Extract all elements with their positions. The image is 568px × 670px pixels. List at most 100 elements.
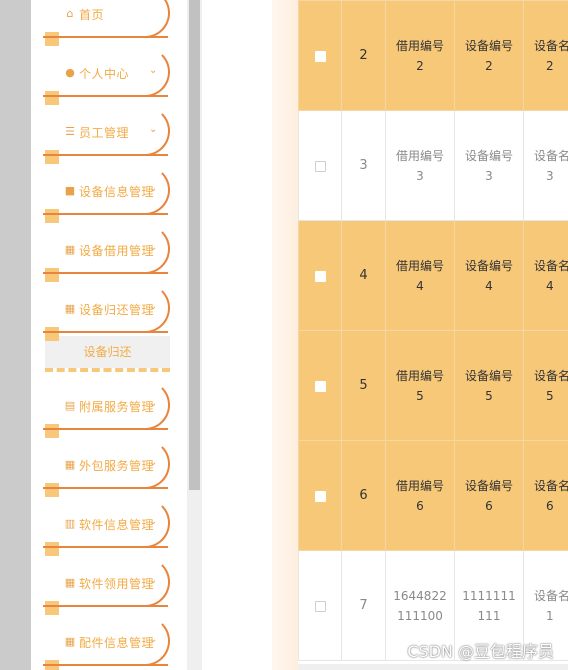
borrow-number-cell-line: 6	[416, 498, 424, 513]
device-number-cell-line: 设备编号	[464, 478, 513, 493]
device-number-cell: 设备编号 3	[454, 110, 524, 221]
sidebar-item-label: 附属服务管理	[79, 400, 155, 414]
chat-icon: ■	[64, 184, 76, 197]
device-name-cell-line: 设备名	[534, 38, 568, 53]
borrow-number-cell: 借用编号 4	[385, 220, 455, 331]
borrow-number-cell-line: 借用编号	[395, 258, 444, 273]
sidebar-item-label: 首页	[79, 8, 105, 22]
device-number-cell-line: 5	[485, 388, 493, 403]
row-select-cell	[298, 0, 342, 111]
table-row[interactable]: 5 借用编号 5 设备编号 5 设备名 5	[298, 330, 568, 441]
device-number-cell-line: 设备编号	[464, 148, 513, 163]
row-checkbox[interactable]	[314, 490, 326, 502]
device-name-cell-line: 设备名	[534, 148, 568, 163]
sidebar-item-11[interactable]: ▦ 配件信息管理 ⌄	[43, 616, 171, 670]
borrow-number-cell-line: 1644822	[393, 588, 447, 603]
watermark: CSDN @豆包程序员	[407, 642, 554, 661]
table-horizontal-scrollbar[interactable]	[298, 664, 568, 670]
chevron-down-icon: ⌄	[149, 634, 158, 645]
sidebar-item-9[interactable]: ▥ 软件信息管理 ⌄	[43, 498, 171, 556]
row-select-cell	[298, 550, 342, 661]
borrow-number-cell-line: 借用编号	[395, 368, 444, 383]
device-name-cell-line: 1	[546, 608, 554, 623]
device-number-cell-line: 设备编号	[464, 368, 513, 383]
sidebar-item-label: 软件信息管理	[79, 518, 155, 532]
sidebar-menu: 设备归还 ⌂ 首页 ● 个人中心 ⌄ ☰ 员工管理 ⌄ ■ 设备信息管理 ⌄ ▦ 设备借用管理 ⌄ ▦ 设备归…	[31, 0, 187, 670]
person-icon: ●	[65, 66, 75, 79]
sidebar-item-5[interactable]: ▦ 设备借用管理 ⌄	[43, 224, 171, 282]
sidebar-item-4[interactable]: ■ 设备信息管理 ⌄	[43, 165, 171, 223]
row-index-cell: 6	[341, 440, 386, 551]
borrow-number-cell: 借用编号 6	[385, 440, 455, 551]
row-checkbox[interactable]	[314, 160, 326, 172]
sidebar-item-7[interactable]: ▤ 附属服务管理 ⌄	[43, 380, 171, 438]
row-select-cell	[298, 220, 342, 331]
grid-icon: ▦	[64, 635, 76, 648]
device-number-cell: 设备编号 2	[454, 0, 524, 111]
sidebar-item-2[interactable]: ● 个人中心 ⌄	[43, 47, 171, 105]
row-index-cell: 5	[341, 330, 386, 441]
chevron-down-icon: ⌄	[149, 65, 158, 76]
chevron-down-icon: ⌄	[149, 575, 158, 586]
device-name-cell-line: 设备名	[534, 368, 568, 383]
borrow-number-cell: 借用编号 2	[385, 0, 455, 111]
device-number-cell-line: 2	[485, 58, 493, 73]
borrow-number-cell-line: 5	[416, 388, 424, 403]
device-name-cell-line: 设备名	[534, 588, 568, 603]
home-icon: ⌂	[66, 7, 74, 20]
grid-icon: ▦	[64, 576, 76, 589]
submenu-divider	[45, 368, 170, 372]
borrow-number-cell-line: 2	[416, 58, 424, 73]
row-index-cell: 3	[341, 110, 386, 221]
table-row[interactable]: 6 借用编号 6 设备编号 6 设备名 6	[298, 440, 568, 551]
device-number-cell-line: 设备编号	[464, 258, 513, 273]
data-table: 2 借用编号 2 设备编号 2 设备名 2 3 借用编号 3 设备编号 3 设备名 3 4 借用编号 4 设备编号…	[298, 0, 568, 661]
content-shadow	[272, 0, 298, 670]
sidebar-item-label: 设备借用管理	[79, 244, 155, 258]
row-checkbox[interactable]	[314, 50, 326, 62]
chevron-down-icon: ⌄	[149, 301, 158, 312]
sidebar-item-10[interactable]: ▦ 软件领用管理 ⌄	[43, 557, 171, 615]
chevron-down-icon: ⌄	[149, 183, 158, 194]
sidebar-item-8[interactable]: ▦ 外包服务管理 ⌄	[43, 439, 171, 497]
device-number-cell-line: 设备编号	[464, 38, 513, 53]
sidebar-item-label: 配件信息管理	[79, 636, 155, 650]
sidebar-item-6[interactable]: ▦ 设备归还管理 ⌄	[43, 283, 171, 341]
device-name-cell: 设备名 3	[523, 110, 568, 221]
grid-icon: ▦	[64, 243, 76, 256]
borrow-number-cell-line: 借用编号	[395, 38, 444, 53]
borrow-number-cell-line: 借用编号	[395, 478, 444, 493]
grid-icon: ▦	[64, 302, 76, 315]
sidebar-scrollbar-thumb[interactable]	[189, 0, 200, 490]
left-gutter	[0, 0, 31, 670]
sidebar-item-label: 设备信息管理	[79, 185, 155, 199]
row-index-cell: 2	[341, 0, 386, 111]
row-checkbox[interactable]	[314, 600, 326, 612]
device-name-cell-line: 6	[546, 498, 554, 513]
sidebar-item-1[interactable]: ⌂ 首页	[43, 0, 171, 46]
sidebar-item-label: 软件领用管理	[79, 577, 155, 591]
table-row[interactable]: 4 借用编号 4 设备编号 4 设备名 4	[298, 220, 568, 331]
chevron-down-icon: ⌄	[149, 398, 158, 409]
table-row[interactable]: 3 借用编号 3 设备编号 3 设备名 3	[298, 110, 568, 221]
borrow-number-cell-line: 4	[416, 278, 424, 293]
submenu-item-device-return[interactable]: 设备归还	[45, 336, 170, 368]
clipboard-icon: ▤	[64, 399, 76, 412]
row-checkbox[interactable]	[314, 270, 326, 282]
device-name-cell-line: 5	[546, 388, 554, 403]
row-checkbox[interactable]	[314, 380, 326, 392]
content-gutter	[202, 0, 272, 670]
sidebar-item-label: 外包服务管理	[79, 459, 155, 473]
device-name-cell: 设备名 4	[523, 220, 568, 331]
row-index-cell: 4	[341, 220, 386, 331]
device-name-cell: 设备名 5	[523, 330, 568, 441]
device-name-cell-line: 2	[546, 58, 554, 73]
row-select-cell	[298, 330, 342, 441]
device-name-cell: 设备名 2	[523, 0, 568, 111]
sidebar-item-3[interactable]: ☰ 员工管理 ⌄	[43, 106, 171, 164]
table-row[interactable]: 2 借用编号 2 设备编号 2 设备名 2	[298, 0, 568, 111]
device-number-cell-line: 6	[485, 498, 493, 513]
data-table-container: 2 借用编号 2 设备编号 2 设备名 2 3 借用编号 3 设备编号 3 设备名 3 4 借用编号 4 设备编号…	[298, 0, 568, 670]
device-name-cell-line: 设备名	[534, 478, 568, 493]
borrow-number-cell: 借用编号 3	[385, 110, 455, 221]
